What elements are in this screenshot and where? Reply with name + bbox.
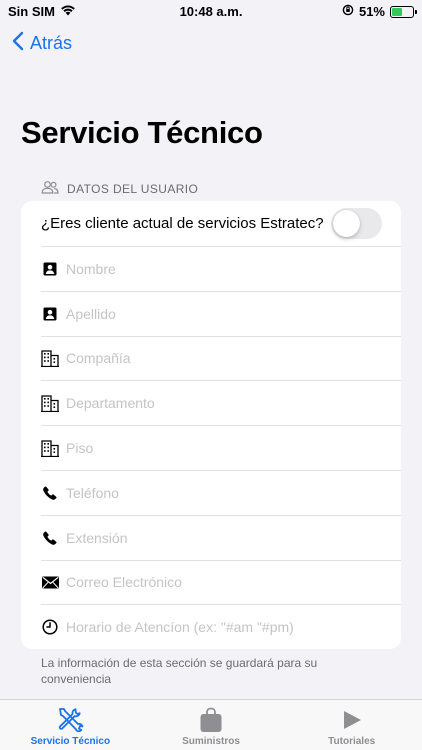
departamento-input[interactable] bbox=[66, 395, 386, 412]
back-label: Atrás bbox=[30, 33, 73, 53]
chevron-left-icon bbox=[12, 31, 24, 56]
field-row-horario bbox=[41, 604, 401, 649]
user-data-card: ¿Eres cliente actual de servicios Estrat… bbox=[21, 201, 401, 649]
field-row-nombre bbox=[41, 246, 401, 291]
phone-icon bbox=[41, 484, 59, 502]
field-row-correo bbox=[41, 559, 401, 605]
field-row-departamento bbox=[41, 380, 401, 425]
tools-icon bbox=[55, 706, 85, 734]
building-icon bbox=[41, 439, 59, 457]
people-icon bbox=[41, 180, 59, 197]
tab-bar: Servicio Técnico Suministros Tutoriales bbox=[0, 699, 422, 750]
tab-label-tutoriales: Tutoriales bbox=[328, 736, 376, 747]
client-toggle-switch[interactable] bbox=[331, 208, 382, 239]
compania-input[interactable] bbox=[66, 350, 386, 367]
section-footer-note: La información de esta sección se guarda… bbox=[41, 656, 318, 686]
tab-label-suministros: Suministros bbox=[182, 736, 240, 747]
status-bar: Sin SIM 10:48 a.m. 51% bbox=[0, 0, 422, 24]
tab-tutoriales[interactable]: Tutoriales bbox=[281, 700, 422, 750]
client-toggle-row: ¿Eres cliente actual de servicios Estrat… bbox=[21, 201, 401, 246]
field-row-apellido bbox=[41, 290, 401, 336]
tab-label-servicio-tecnico: Servicio Técnico bbox=[30, 736, 111, 747]
nombre-input[interactable] bbox=[66, 260, 386, 277]
building-icon bbox=[41, 394, 59, 412]
horario-input[interactable] bbox=[66, 619, 386, 636]
back-button[interactable]: Atrás bbox=[12, 31, 72, 56]
play-icon bbox=[341, 706, 363, 734]
section-header-label: DATOS DEL USUARIO bbox=[67, 181, 199, 196]
orientation-lock-icon bbox=[342, 4, 354, 19]
clock-icon bbox=[41, 618, 59, 636]
field-row-extension bbox=[41, 514, 401, 560]
envelope-icon bbox=[41, 573, 59, 591]
field-row-piso bbox=[41, 425, 401, 470]
field-row-compania bbox=[41, 335, 401, 381]
battery-percent: 51% bbox=[358, 4, 385, 19]
apellido-input[interactable] bbox=[66, 305, 386, 322]
telefono-input[interactable] bbox=[66, 484, 386, 501]
tab-suministros[interactable]: Suministros bbox=[141, 700, 282, 750]
extension-input[interactable] bbox=[66, 529, 386, 546]
bag-icon bbox=[199, 706, 223, 734]
battery-icon bbox=[390, 5, 417, 18]
battery-level bbox=[392, 7, 403, 16]
status-right: 51% bbox=[342, 4, 417, 19]
tab-servicio-tecnico[interactable]: Servicio Técnico bbox=[0, 700, 141, 750]
person-card-icon bbox=[41, 260, 59, 278]
client-toggle-label: ¿Eres cliente actual de servicios Estrat… bbox=[41, 215, 324, 232]
section-header: DATOS DEL USUARIO bbox=[41, 180, 198, 197]
building-icon bbox=[41, 349, 59, 367]
person-card-icon bbox=[41, 305, 59, 323]
field-row-telefono bbox=[41, 469, 401, 515]
phone-icon bbox=[41, 529, 59, 547]
correo-input[interactable] bbox=[66, 574, 386, 591]
page-title: Servicio Técnico bbox=[21, 115, 263, 150]
piso-input[interactable] bbox=[66, 440, 386, 457]
